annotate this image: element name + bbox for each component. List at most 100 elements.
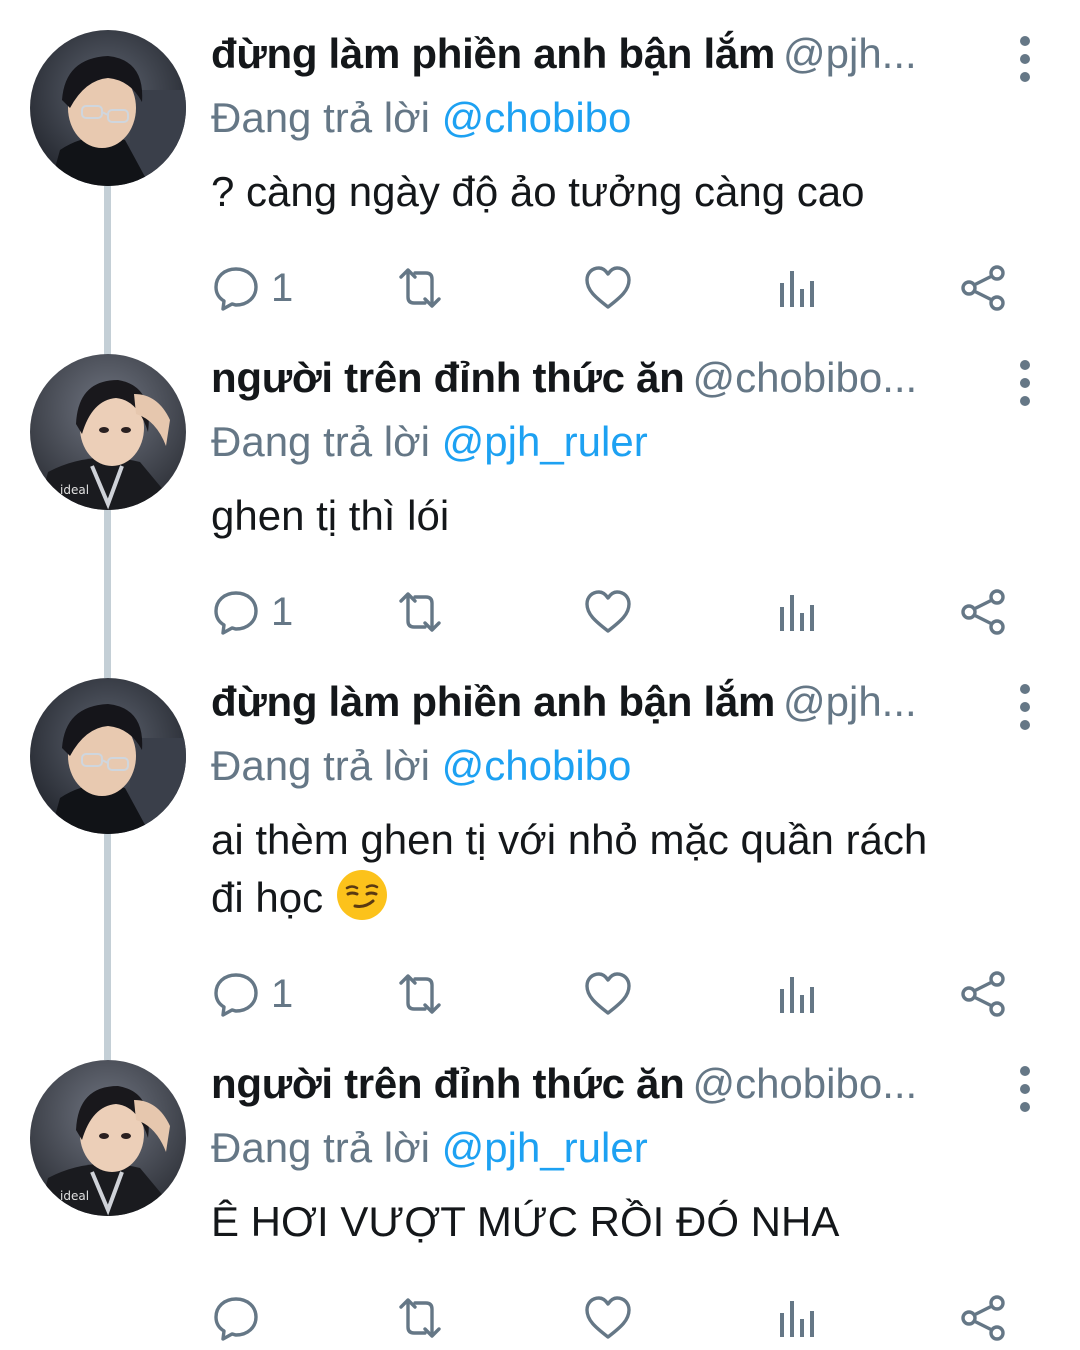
tweet-text: ghen tị thì lói (211, 488, 1050, 544)
retweet-arrows-icon (399, 592, 441, 632)
reply-mention-link[interactable]: @pjh_ruler (442, 1124, 648, 1171)
comment-bubble-icon (214, 267, 258, 311)
reply-mention-link[interactable]: @pjh_ruler (442, 418, 648, 465)
reply-mention-link[interactable]: @chobibo (442, 742, 632, 789)
action-bar: 1 (211, 966, 1050, 1026)
avatar[interactable] (30, 354, 186, 510)
display-name[interactable]: người trên đỉnh thức ăn (211, 1060, 685, 1107)
avatar[interactable] (30, 678, 186, 834)
thread-line (104, 510, 111, 678)
reply-context: Đang trả lời @chobibo (211, 738, 1050, 794)
bar-chart-icon (780, 271, 814, 307)
reply-count: 1 (271, 589, 294, 634)
like-button[interactable] (583, 260, 633, 316)
vertical-ellipsis-icon (1020, 684, 1030, 694)
reply-button[interactable]: 1 (211, 584, 293, 640)
vertical-ellipsis-icon (1020, 36, 1030, 46)
share-icon (961, 589, 1005, 635)
tweet-text: ai thèm ghen tị với nhỏ mặc quần rách đi… (211, 812, 1050, 926)
ellipsis-dot (1020, 54, 1030, 64)
retweet-button[interactable] (395, 584, 445, 640)
avatar-photo-jersey (30, 354, 186, 510)
retweet-button[interactable] (395, 966, 445, 1022)
avatar-photo-glasses (30, 678, 186, 834)
retweet-button[interactable] (395, 1290, 445, 1346)
tweet-text-line: đi học (211, 874, 324, 921)
comment-bubble-icon (214, 1297, 258, 1341)
retweet-arrows-icon (399, 974, 441, 1014)
ellipsis-dot (1020, 378, 1030, 388)
user-handle[interactable]: @pjh... (783, 30, 917, 77)
reply-button[interactable] (211, 1290, 271, 1346)
vertical-ellipsis-icon (1020, 360, 1030, 370)
action-bar: 1 (211, 584, 1050, 644)
action-bar (211, 1290, 1050, 1350)
more-options-button[interactable] (1000, 682, 1050, 732)
display-name[interactable]: đừng làm phiền anh bận lắm (211, 678, 775, 725)
reply-context: Đang trả lời @pjh_ruler (211, 1120, 1050, 1176)
bar-chart-icon (780, 595, 814, 631)
retweet-arrows-icon (399, 1298, 441, 1338)
analytics-button[interactable] (773, 260, 823, 316)
bar-chart-icon (780, 977, 814, 1013)
reply-button[interactable]: 1 (211, 260, 293, 316)
tweet-text-line: ghen tị thì lói (211, 492, 450, 539)
share-button[interactable] (959, 260, 1009, 316)
tweet-text-line: ai thèm ghen tị với nhỏ mặc quần rách (211, 816, 928, 863)
tweet-text-line: ? càng ngày độ ảo tưởng càng cao (211, 168, 865, 215)
analytics-button[interactable] (773, 966, 823, 1022)
reply-prefix: Đang trả lời (211, 418, 430, 465)
avatar-photo-glasses (30, 30, 186, 186)
smirking-face-emoji (336, 870, 387, 920)
user-handle[interactable]: @chobibo... (692, 1060, 917, 1107)
like-button[interactable] (583, 584, 633, 640)
heart-icon (585, 590, 631, 633)
analytics-button[interactable] (773, 1290, 823, 1346)
retweet-arrows-icon (399, 268, 441, 308)
ellipsis-dot (1020, 396, 1030, 406)
share-button[interactable] (959, 966, 1009, 1022)
more-options-button[interactable] (1000, 358, 1050, 408)
heart-icon (585, 1296, 631, 1339)
reply-mention-link[interactable]: @chobibo (442, 94, 632, 141)
like-button[interactable] (583, 966, 633, 1022)
tweet-text: ? càng ngày độ ảo tưởng càng cao (211, 164, 1050, 220)
avatar[interactable] (30, 30, 186, 186)
heart-icon (585, 972, 631, 1015)
ellipsis-dot (1020, 72, 1030, 82)
ellipsis-dot (1020, 1084, 1030, 1094)
vertical-ellipsis-icon (1020, 1066, 1030, 1076)
ellipsis-dot (1020, 702, 1030, 712)
display-name[interactable]: người trên đỉnh thức ăn (211, 354, 685, 401)
reply-button[interactable]: 1 (211, 966, 293, 1022)
heart-icon (585, 266, 631, 309)
more-options-button[interactable] (1000, 34, 1050, 84)
share-icon (961, 265, 1005, 311)
thread-line (104, 186, 111, 378)
reply-prefix: Đang trả lời (211, 742, 430, 789)
reply-count: 1 (271, 971, 294, 1016)
reply-context: Đang trả lời @chobibo (211, 90, 1050, 146)
tweet-text-line: Ê HƠI VƯỢT MỨC RỒI ĐÓ NHA (211, 1198, 840, 1245)
comment-bubble-icon (214, 591, 258, 635)
reply-context: Đang trả lời @pjh_ruler (211, 414, 1050, 470)
display-name[interactable]: đừng làm phiền anh bận lắm (211, 30, 775, 77)
action-bar: 1 (211, 260, 1050, 320)
thread-line (104, 834, 111, 1060)
bar-chart-icon (780, 1301, 814, 1337)
reply-prefix: Đang trả lời (211, 94, 430, 141)
tweet-text: Ê HƠI VƯỢT MỨC RỒI ĐÓ NHA (211, 1194, 1050, 1250)
like-button[interactable] (583, 1290, 633, 1346)
user-handle[interactable]: @chobibo... (692, 354, 917, 401)
share-icon (961, 971, 1005, 1017)
share-button[interactable] (959, 1290, 1009, 1346)
avatar[interactable] (30, 1060, 186, 1216)
ellipsis-dot (1020, 1102, 1030, 1112)
avatar-photo-jersey (30, 1060, 186, 1216)
analytics-button[interactable] (773, 584, 823, 640)
retweet-button[interactable] (395, 260, 445, 316)
share-icon (961, 1295, 1005, 1341)
more-options-button[interactable] (1000, 1064, 1050, 1114)
share-button[interactable] (959, 584, 1009, 640)
user-handle[interactable]: @pjh... (783, 678, 917, 725)
